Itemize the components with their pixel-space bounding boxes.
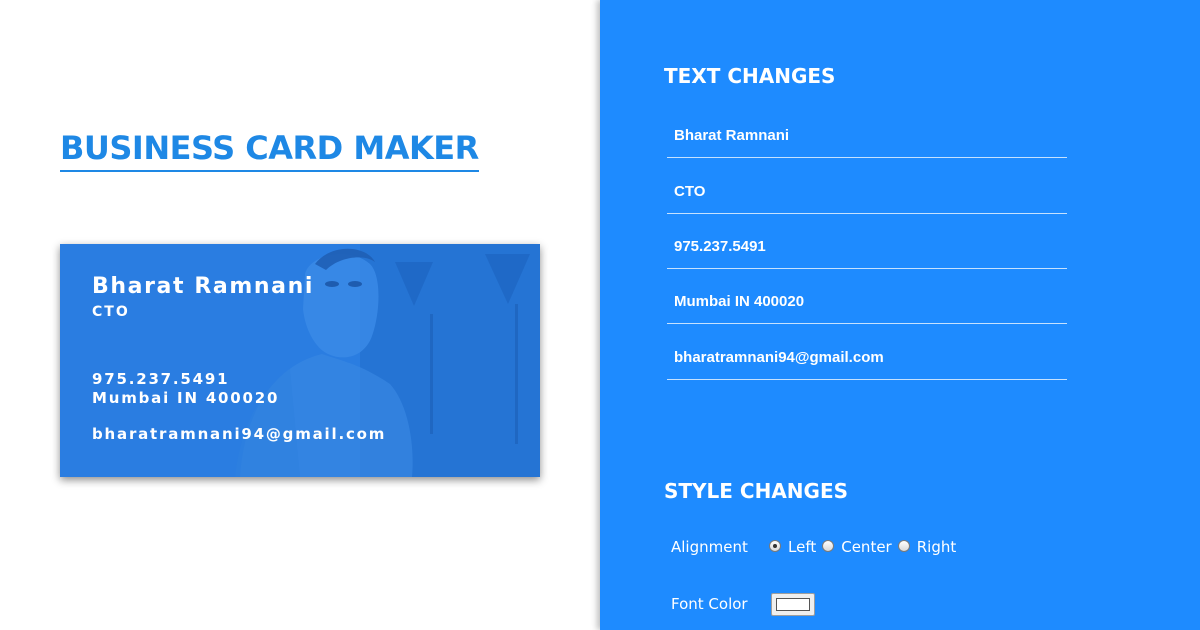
radio-left[interactable]	[769, 540, 781, 552]
phone-input[interactable]	[667, 226, 1067, 266]
name-field	[667, 102, 1067, 158]
alignment-option-center[interactable]: Center	[822, 538, 892, 556]
address-field	[667, 268, 1067, 324]
text-changes-heading: TEXT CHANGES	[664, 64, 836, 88]
alignment-option-left[interactable]: Left	[769, 538, 816, 556]
editor-panel: TEXT CHANGES STYLE CHANGES Alignment Lef…	[600, 0, 1200, 630]
alignment-option-right[interactable]: Right	[897, 538, 957, 556]
phone-field	[667, 213, 1067, 269]
font-color-picker[interactable]	[771, 593, 815, 616]
job-title-field	[667, 158, 1067, 214]
card-job-title: CTO	[92, 304, 130, 320]
alignment-center-label: Center	[841, 538, 892, 556]
radio-center[interactable]	[822, 540, 835, 552]
font-color-label: Font Color	[671, 595, 748, 613]
name-input[interactable]	[667, 115, 1067, 155]
email-input[interactable]	[667, 337, 1067, 377]
font-color-swatch	[776, 598, 810, 611]
page-title: BUSINESS CARD MAKER	[60, 128, 479, 172]
job-title-input[interactable]	[667, 171, 1067, 211]
radio-right[interactable]	[897, 540, 910, 552]
style-changes-heading: STYLE CHANGES	[664, 479, 849, 503]
business-card-preview: Bharat Ramnani CTO 975.237.5491 Mumbai I…	[60, 244, 540, 477]
alignment-radio-group: Left Center Right	[769, 538, 962, 556]
alignment-label: Alignment	[671, 538, 748, 556]
card-phone: 975.237.5491	[92, 370, 230, 388]
email-field	[667, 324, 1067, 380]
card-email: bharatramnani94@gmail.com	[92, 425, 387, 443]
card-name: Bharat Ramnani	[92, 274, 314, 299]
alignment-right-label: Right	[916, 538, 957, 556]
card-address: Mumbai IN 400020	[92, 389, 280, 407]
address-input[interactable]	[667, 281, 1067, 321]
alignment-left-label: Left	[788, 538, 817, 556]
